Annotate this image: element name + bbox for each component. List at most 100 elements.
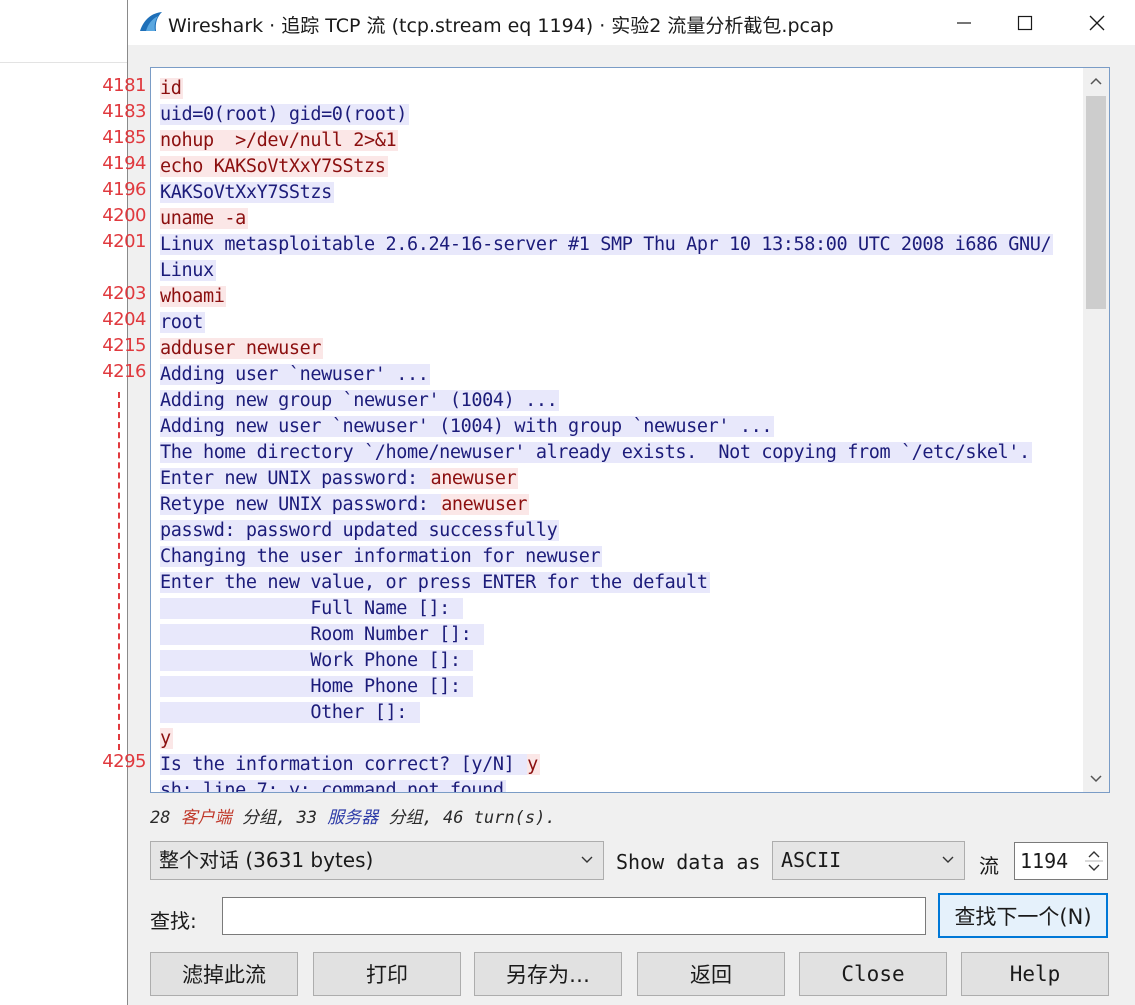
window-title: Wireshark · 追踪 TCP 流 (tcp.stream eq 1194… — [168, 15, 834, 37]
stream-label: 流 — [979, 854, 999, 878]
close-button[interactable]: Close — [799, 952, 947, 996]
stream-line: Linux metasploitable 2.6.24-16-server #1… — [160, 232, 1080, 258]
print-button[interactable]: 打印 — [313, 952, 461, 996]
turn-count: 46 turn(s). — [442, 808, 556, 828]
stream-line: The home directory `/home/newuser' alrea… — [160, 440, 1080, 466]
stream-summary: 28 客户端 分组, 33 服务器 分组, 46 turn(s). — [150, 803, 556, 828]
stream-line: Adding user `newuser' ... — [160, 362, 1080, 388]
packet-number-label: 4196 — [102, 179, 146, 200]
minimize-button[interactable] — [941, 0, 987, 45]
server-text: Adding new user `newuser' (1004) with gr… — [160, 416, 775, 437]
stream-line: Changing the user information for newuse… — [160, 544, 1080, 570]
chevron-down-icon — [581, 856, 593, 863]
stream-line: sh: line 7: y: command not found — [160, 778, 1080, 792]
help-button[interactable]: Help — [961, 952, 1109, 996]
server-packet-count: 33 — [296, 808, 317, 828]
client-text: id — [160, 78, 184, 99]
find-label: 查找: — [150, 909, 197, 933]
server-text: Adding new group `newuser' (1004) ... — [160, 390, 560, 411]
stream-line: Is the information correct? [y/N] y — [160, 752, 1080, 778]
save-as-button[interactable]: 另存为… — [474, 952, 622, 996]
show-data-select[interactable]: ASCII — [772, 841, 965, 880]
close-window-button[interactable] — [1074, 0, 1120, 45]
spin-arrows-icon[interactable] — [1083, 845, 1105, 877]
stream-line: Enter new UNIX password: anewuser — [160, 466, 1080, 492]
annotation-bracket-line — [118, 392, 120, 750]
stream-line: Adding new user `newuser' (1004) with gr… — [160, 414, 1080, 440]
show-data-select-value: ASCII — [781, 848, 842, 872]
client-packet-count: 28 — [150, 808, 171, 828]
stream-line: Work Phone []: — [160, 648, 1080, 674]
stream-line: Adding new group `newuser' (1004) ... — [160, 388, 1080, 414]
server-text: Retype new UNIX password: — [160, 494, 442, 515]
packet-number-label: 4183 — [102, 101, 146, 122]
server-text: Room Number []: — [160, 624, 485, 645]
stream-line: Linux — [160, 258, 1080, 284]
chevron-down-icon — [942, 856, 954, 863]
summary-text-1: 分组, — [241, 808, 287, 828]
stream-number-value[interactable]: 1194 — [1020, 843, 1068, 879]
client-reply-text: anewuser — [430, 468, 519, 489]
stream-line: Other []: — [160, 700, 1080, 726]
stream-content-pane[interactable]: id uid=0(root) gid=0(root) nohup >/dev/nul… — [150, 67, 1110, 793]
server-text: sh: line 7: y: command not found — [160, 780, 506, 792]
client-text: nohup >/dev/null 2>&1 — [160, 130, 399, 151]
packet-number-label: 4201 — [102, 231, 146, 252]
stream-line: uid=0(root) gid=0(root) — [160, 102, 1080, 128]
server-text: Other []: — [160, 702, 420, 723]
client-label: 客户端 — [180, 808, 232, 828]
title-bar[interactable]: Wireshark · 追踪 TCP 流 (tcp.stream eq 1194… — [128, 0, 1135, 45]
server-text: Adding user `newuser' ... — [160, 364, 431, 385]
scrollbar-thumb[interactable] — [1086, 96, 1106, 309]
packet-number-label: 4295 — [102, 751, 146, 772]
stream-line: Enter the new value, or press ENTER for … — [160, 570, 1080, 596]
packet-number-annotations: 4181 4183 4185 4194 4196 4200 4201 4203 4204 4215… — [0, 0, 150, 1005]
server-text: Full Name []: — [160, 598, 463, 619]
stream-line: uname -a — [160, 206, 1080, 232]
server-text: uid=0(root) gid=0(root) — [160, 104, 409, 125]
packet-number-label: 4215 — [102, 335, 146, 356]
scroll-down-icon[interactable] — [1083, 768, 1109, 790]
stream-line: Room Number []: — [160, 622, 1080, 648]
filter-out-stream-button[interactable]: 滤掉此流 — [150, 952, 298, 996]
stream-line: nohup >/dev/null 2>&1 — [160, 128, 1080, 154]
find-next-button[interactable]: 查找下一个(N) — [938, 893, 1108, 938]
vertical-scrollbar[interactable] — [1083, 68, 1109, 792]
stream-line: KAKSoVtXxY7SStzs — [160, 180, 1080, 206]
stream-line: Full Name []: — [160, 596, 1080, 622]
client-text: whoami — [160, 286, 227, 307]
client-reply-text: anewuser — [441, 494, 530, 515]
maximize-button[interactable] — [1002, 0, 1048, 45]
stream-line: Retype new UNIX password: anewuser — [160, 492, 1080, 518]
back-button[interactable]: 返回 — [637, 952, 785, 996]
stream-line: whoami — [160, 284, 1080, 310]
server-text: Changing the user information for newuse… — [160, 546, 603, 567]
packet-number-label: 4216 — [102, 361, 146, 382]
server-text: passwd: password updated successfully — [160, 520, 560, 541]
stream-line: echo KAKSoVtXxY7SStzs — [160, 154, 1080, 180]
server-text: KAKSoVtXxY7SStzs — [160, 182, 334, 203]
server-text: Linux metasploitable 2.6.24-16-server #1… — [160, 234, 1054, 255]
client-text: echo KAKSoVtXxY7SStzs — [160, 156, 388, 177]
minimize-icon — [957, 21, 971, 24]
packet-number-label: 4181 — [102, 75, 146, 96]
client-text: uname -a — [160, 208, 248, 229]
packet-number-label: 4194 — [102, 153, 146, 174]
server-text: Work Phone []: — [160, 650, 474, 671]
packet-number-label: 4204 — [102, 309, 146, 330]
show-data-label: Show data as — [616, 850, 761, 874]
conversation-select[interactable]: 整个对话 (3631 bytes) — [150, 841, 604, 880]
summary-text-2: 分组, — [388, 808, 433, 828]
packet-number-label: 4185 — [102, 127, 146, 148]
stream-line: id — [160, 76, 1080, 102]
scroll-up-icon[interactable] — [1083, 70, 1109, 92]
stream-text[interactable]: id uid=0(root) gid=0(root) nohup >/dev/nul… — [160, 76, 1080, 792]
packet-number-label: 4200 — [102, 205, 146, 226]
stream-number-spinbox[interactable]: 1194 — [1014, 842, 1108, 880]
client-reply-text: y — [527, 754, 540, 775]
maximize-icon — [1017, 15, 1033, 30]
server-text: Is the information correct? [y/N] — [160, 754, 528, 775]
server-label: 服务器 — [327, 808, 379, 828]
client-text: y — [160, 728, 173, 749]
find-input[interactable] — [222, 897, 926, 935]
